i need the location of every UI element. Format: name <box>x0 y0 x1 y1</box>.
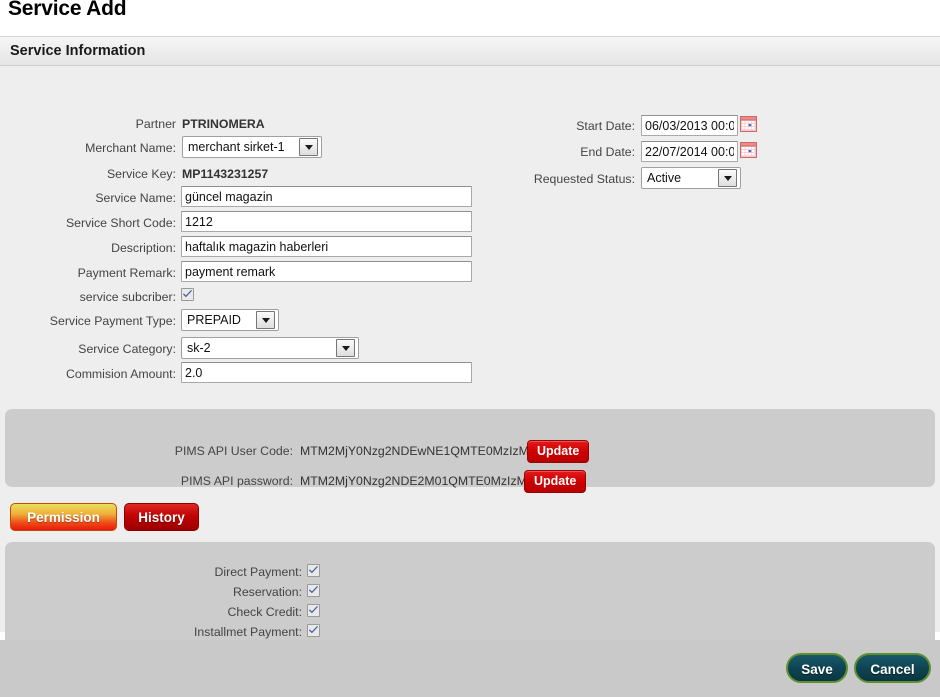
permissions-panel: Direct Payment: Reservation: Check Credi… <box>5 542 935 647</box>
permission-row-direct-payment: Direct Payment: <box>5 562 302 582</box>
service-key-value: MP1143231257 <box>182 167 269 181</box>
partner-value: PTRINOMERA <box>182 117 265 131</box>
field-label: Start Date: <box>576 119 635 133</box>
chevron-down-icon[interactable] <box>336 339 355 357</box>
field-description: Description: <box>0 236 176 260</box>
field-service-key: Service Key: <box>0 162 176 186</box>
field-partner: Partner <box>0 112 176 136</box>
field-label: Payment Remark: <box>77 266 176 280</box>
service-category-value: sk-2 <box>187 341 211 355</box>
direct-payment-checkbox[interactable] <box>307 564 320 577</box>
check-icon <box>309 626 318 634</box>
service-short-code-input[interactable] <box>181 211 472 232</box>
service-payment-type-select[interactable]: PREPAID <box>181 309 279 331</box>
service-add-page: Service Add Service Information Partner … <box>0 0 940 697</box>
service-information-panel: Service Information Partner PTRINOMERA M… <box>0 36 940 647</box>
field-label: Commision Amount: <box>65 367 176 381</box>
field-service-payment-type: Service Payment Type: <box>0 309 176 333</box>
pims-user-code-value: MTM2MjY0Nzg2NDEwNE1QMTE0MzIzM <box>300 444 529 458</box>
permission-label: Reservation: <box>232 585 302 599</box>
check-icon <box>183 290 192 298</box>
footer-bar: Save Cancel <box>0 640 940 697</box>
field-label: Description: <box>111 241 176 255</box>
chevron-down-icon[interactable] <box>256 311 275 329</box>
reservation-checkbox[interactable] <box>307 584 320 597</box>
permission-button[interactable]: Permission <box>10 503 117 531</box>
service-category-select[interactable]: sk-2 <box>181 337 359 359</box>
field-label: service subcriber: <box>79 290 176 304</box>
field-label: Service Short Code: <box>65 216 176 230</box>
field-start-date: Start Date: <box>460 114 635 138</box>
chevron-down-icon[interactable] <box>718 169 737 187</box>
pims-user-code-label: PIMS API User Code: <box>174 444 293 458</box>
field-service-short-code: Service Short Code: <box>0 211 176 235</box>
page-title: Service Add <box>8 0 127 20</box>
pims-user-code-update-button[interactable]: Update <box>527 440 590 463</box>
calendar-icon[interactable] <box>740 116 757 132</box>
chevron-down-icon[interactable] <box>299 138 318 156</box>
field-label: Service Payment Type: <box>49 314 176 328</box>
form-area: Partner PTRINOMERA Merchant Name: mercha… <box>0 66 940 383</box>
action-button-bar: Permission History <box>0 498 940 546</box>
panel-body: Partner PTRINOMERA Merchant Name: mercha… <box>0 66 940 647</box>
pims-password-update-button[interactable]: Update <box>524 470 587 493</box>
check-icon <box>309 566 318 574</box>
end-date-input[interactable] <box>641 141 738 162</box>
field-merchant-name: Merchant Name: <box>0 136 176 160</box>
pims-password-label: PIMS API password: <box>180 474 293 488</box>
permission-label: Installmet Payment: <box>194 625 302 639</box>
requested-status-value: Active <box>647 171 682 185</box>
cancel-button[interactable]: Cancel <box>854 653 931 683</box>
permission-row-reservation: Reservation: <box>5 582 302 602</box>
permission-label: Direct Payment: <box>214 565 302 579</box>
check-credit-checkbox[interactable] <box>307 604 320 617</box>
check-icon <box>309 606 318 614</box>
merchant-name-value: merchant sirket-1 <box>188 140 285 154</box>
start-date-input[interactable] <box>641 115 738 136</box>
panel-header: Service Information <box>0 37 940 66</box>
field-label: Service Key: <box>106 167 176 181</box>
field-service-name: Service Name: <box>0 186 176 210</box>
save-button[interactable]: Save <box>786 653 848 683</box>
pims-api-panel: PIMS API User Code: MTM2MjY0Nzg2NDEwNE1Q… <box>5 409 935 493</box>
field-commision-amount: Commision Amount: <box>0 362 176 386</box>
check-icon <box>309 586 318 594</box>
pims-password-value: MTM2MjY0Nzg2NDE2M01QMTE0MzIzM <box>300 474 527 488</box>
field-label: Merchant Name: <box>85 141 176 155</box>
permission-row-installmet-payment: Installmet Payment: <box>5 622 302 642</box>
field-label: End Date: <box>580 145 635 159</box>
service-subcriber-checkbox[interactable] <box>181 288 194 301</box>
history-button[interactable]: History <box>124 503 199 531</box>
field-requested-status: Requested Status: <box>460 167 635 191</box>
description-input[interactable] <box>181 236 472 257</box>
permission-row-check-credit: Check Credit: <box>5 602 303 622</box>
field-payment-remark: Payment Remark: <box>0 261 176 285</box>
pims-user-code-row: PIMS API User Code: <box>5 439 293 463</box>
field-service-subcriber: service subcriber: <box>0 285 176 309</box>
calendar-icon[interactable] <box>740 142 757 158</box>
field-label: Partner <box>135 117 176 131</box>
requested-status-select[interactable]: Active <box>641 167 741 189</box>
field-label: Requested Status: <box>533 172 635 186</box>
service-name-input[interactable] <box>181 186 472 207</box>
field-service-category: Service Category: <box>0 337 176 361</box>
pims-password-row: PIMS API password: <box>5 469 293 493</box>
installmet-payment-checkbox[interactable] <box>307 624 320 637</box>
commision-amount-input[interactable] <box>181 362 472 383</box>
service-payment-type-value: PREPAID <box>187 313 241 327</box>
field-label: Service Name: <box>95 191 176 205</box>
permission-label: Check Credit: <box>227 605 303 619</box>
field-end-date: End Date: <box>460 140 635 164</box>
merchant-name-select[interactable]: merchant sirket-1 <box>182 136 322 158</box>
field-label: Service Category: <box>78 342 176 356</box>
payment-remark-input[interactable] <box>181 261 472 282</box>
